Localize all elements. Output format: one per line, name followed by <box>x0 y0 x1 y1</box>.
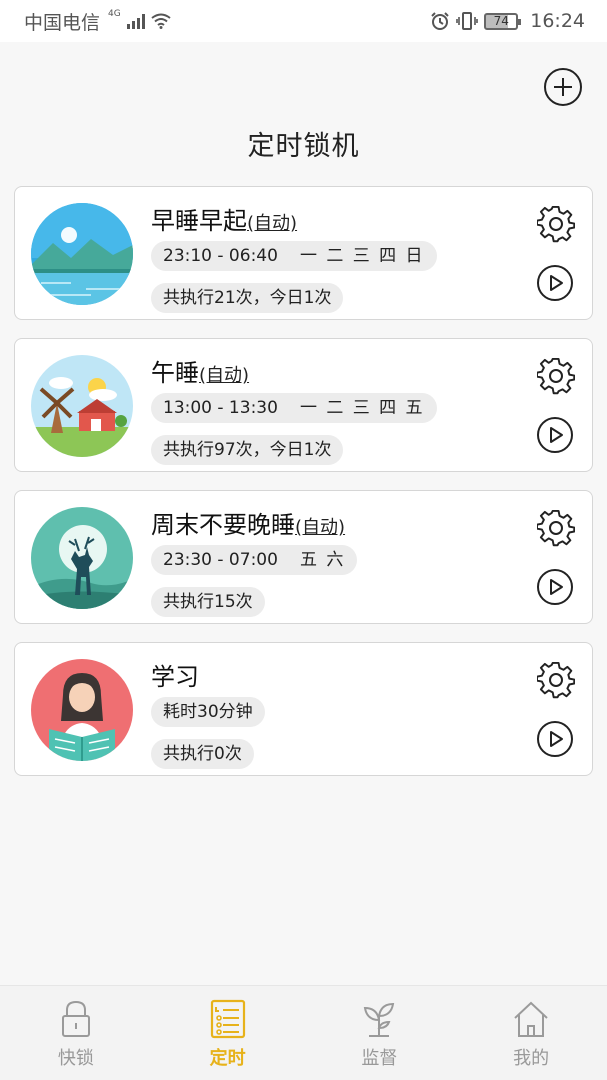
bottom-nav: 快锁 定时 监督 我的 <box>0 985 607 1080</box>
schedule-name: 早睡早起(自动) <box>151 207 298 235</box>
carrier-name: 中国电信 <box>24 11 101 34</box>
run-now-button[interactable] <box>537 721 573 757</box>
duration-badge: 耗时30分钟 <box>151 697 265 727</box>
execution-stats-badge: 共执行15次 <box>151 587 265 617</box>
gear-icon[interactable] <box>537 661 575 699</box>
gear-icon[interactable] <box>537 509 575 547</box>
run-now-button[interactable] <box>537 417 573 453</box>
windmill-farm-avatar <box>31 355 133 457</box>
schedule-name: 午睡(自动) <box>151 359 250 387</box>
clock-time: 16:24 <box>530 10 585 32</box>
nav-label: 快锁 <box>57 1048 94 1069</box>
nav-item-quick-lock[interactable]: 快锁 <box>0 986 152 1080</box>
nav-item-schedule[interactable]: 定时 <box>152 986 304 1080</box>
status-right: 74 16:24 <box>430 10 585 32</box>
nav-item-supervise[interactable]: 监督 <box>304 986 456 1080</box>
schedule-card-weekend[interactable]: 周末不要晚睡(自动) 23:30 - 07:00 五 六 共执行15次 <box>14 490 593 624</box>
nav-label: 定时 <box>209 1048 246 1069</box>
gear-icon[interactable] <box>537 357 575 395</box>
nav-label: 我的 <box>513 1048 550 1069</box>
play-icon <box>550 579 563 595</box>
execution-stats-badge: 共执行21次，今日1次 <box>151 283 344 313</box>
add-schedule-button[interactable] <box>544 68 582 106</box>
time-range-badge: 23:30 - 07:00 五 六 <box>151 545 358 575</box>
run-now-button[interactable] <box>537 569 573 605</box>
schedule-card-study[interactable]: 学习 耗时30分钟 共执行0次 <box>14 642 593 776</box>
play-icon <box>550 731 563 747</box>
gear-icon[interactable] <box>537 205 575 243</box>
sprout-icon <box>364 1002 395 1037</box>
status-left: 中国电信 4G <box>24 8 171 35</box>
status-bar: 中国电信 4G 74 16:24 <box>0 0 607 42</box>
page-title: 定时锁机 <box>247 131 360 162</box>
auto-mode-link[interactable]: (自动) <box>247 213 297 234</box>
vibrate-icon <box>456 12 479 30</box>
home-icon <box>514 1001 548 1037</box>
time-range-badge: 13:00 - 13:30 一 二 三 四 五 <box>151 393 437 423</box>
schedule-card-early-sleep[interactable]: 早睡早起(自动) 23:10 - 06:40 一 二 三 四 日 共执行21次，今… <box>14 186 593 320</box>
auto-mode-link[interactable]: (自动) <box>199 365 249 386</box>
execution-stats-badge: 共执行0次 <box>151 739 254 769</box>
signal-icon <box>126 13 145 29</box>
nav-label: 监督 <box>361 1048 398 1069</box>
girl-reading-avatar <box>31 659 133 761</box>
auto-mode-link[interactable]: (自动) <box>295 517 345 538</box>
lock-icon <box>61 1000 90 1037</box>
run-now-button[interactable] <box>537 265 573 301</box>
schedule-card-nap[interactable]: 午睡(自动) 13:00 - 13:30 一 二 三 四 五 共执行97次，今日1… <box>14 338 593 472</box>
wifi-icon <box>151 13 171 29</box>
play-icon <box>550 275 563 291</box>
deer-moon-avatar <box>31 507 133 609</box>
execution-stats-badge: 共执行97次，今日1次 <box>151 435 344 465</box>
schedule-name: 学习 <box>151 663 199 691</box>
lake-mountain-moon-avatar <box>31 203 133 305</box>
schedule-list-icon <box>210 999 245 1039</box>
network-type: 4G <box>108 9 121 19</box>
alarm-icon <box>431 12 449 30</box>
battery-indicator: 74 <box>484 12 522 30</box>
time-range-badge: 23:10 - 06:40 一 二 三 四 日 <box>151 241 437 271</box>
play-icon <box>550 427 563 443</box>
schedule-name: 周末不要晚睡(自动) <box>151 511 346 539</box>
nav-item-mine[interactable]: 我的 <box>455 986 607 1080</box>
